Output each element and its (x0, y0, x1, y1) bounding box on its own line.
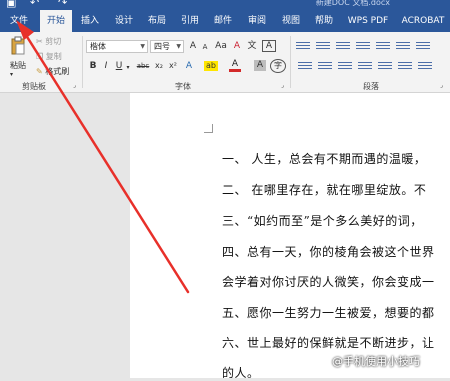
sort-icon[interactable] (416, 40, 430, 50)
font-name-select[interactable]: 楷体 ▼ (86, 40, 148, 53)
ribbon-tab-bar: 文件 开始 插入 设计 布局 引用 邮件 审阅 视图 帮助 WPS PDF AC… (0, 10, 450, 34)
document-line[interactable]: 六、世上最好的保鲜就是不断进步，让 (222, 334, 435, 351)
document-line[interactable]: 会学着对你讨厌的人微笑，你会变成一 (222, 273, 435, 290)
align-right-icon[interactable] (338, 60, 352, 70)
save-icon[interactable]: ▣ (6, 0, 16, 9)
paste-button[interactable]: 粘贴 (10, 60, 26, 71)
copy-icon: ❐ (36, 52, 44, 61)
copy-label: 复制 (45, 52, 62, 61)
paragraph-group-label: 段落 (363, 82, 379, 91)
superscript-button[interactable]: x² (167, 60, 179, 72)
change-case-icon[interactable]: Aa (214, 40, 228, 52)
underline-button[interactable]: U (114, 60, 124, 72)
numbering-icon[interactable] (316, 40, 330, 50)
clipboard-launcher-icon[interactable]: ⌟ (73, 82, 76, 89)
align-left-icon[interactable] (298, 60, 312, 70)
cut-label: 剪切 (45, 37, 62, 46)
chinese-layout-icon[interactable] (396, 40, 410, 50)
paste-icon[interactable] (10, 36, 26, 56)
document-title: 新建DOC 文档.docx (315, 0, 390, 7)
divider (82, 36, 83, 88)
font-name-value: 楷体 (90, 42, 106, 51)
document-line[interactable]: 一、 人生，总会有不期而遇的温暖， (222, 150, 426, 167)
document-canvas-margin (0, 93, 130, 378)
paintbrush-icon: ✎ (36, 67, 43, 76)
highlight-color-icon[interactable]: ab (204, 61, 218, 71)
clear-formatting-icon[interactable]: A (232, 40, 242, 52)
subscript-button[interactable]: x₂ (153, 60, 165, 72)
tab-mailings[interactable]: 邮件 (209, 10, 237, 32)
format-painter-label: 格式刷 (45, 67, 70, 76)
font-launcher-icon[interactable]: ⌟ (281, 82, 284, 89)
bullets-icon[interactable] (296, 40, 310, 50)
cut-button[interactable]: ✂ 剪切 (36, 36, 61, 47)
font-group-label: 字体 (175, 82, 191, 91)
tab-view[interactable]: 视图 (277, 10, 305, 32)
font-size-value: 四号 (154, 42, 170, 51)
chevron-down-icon[interactable]: ▾ (125, 62, 131, 74)
line-spacing-icon[interactable] (398, 60, 412, 70)
document-line[interactable]: 二、 在哪里存在，就在哪里绽放。不 (222, 181, 426, 198)
tab-design[interactable]: 设计 (110, 10, 138, 32)
enclose-characters-icon[interactable]: 字 (270, 59, 286, 73)
undo-icon[interactable]: ↶ (30, 0, 39, 9)
page-corner-mark (204, 124, 213, 133)
italic-button[interactable]: I (101, 60, 111, 72)
multilevel-list-icon[interactable] (336, 40, 350, 50)
ribbon-home: 粘贴 ▾ ✂ 剪切 ❐ 复制 ✎ 格式刷 剪贴板 ⌟ 楷体 ▼ 四号 ▼ A A A… (0, 32, 450, 93)
paragraph-launcher-icon[interactable]: ⌟ (440, 82, 443, 89)
text-effects-icon[interactable]: A (184, 60, 194, 72)
format-painter-button[interactable]: ✎ 格式刷 (36, 66, 69, 77)
distributed-icon[interactable] (378, 60, 392, 70)
grow-font-icon[interactable]: A (188, 40, 198, 52)
tab-wps-pdf[interactable]: WPS PDF (342, 10, 394, 32)
redo-icon[interactable]: ↷ (58, 0, 67, 9)
document-line[interactable]: 三、“如约而至”是个多么美好的词， (222, 212, 423, 229)
scissors-icon: ✂ (36, 37, 43, 46)
copy-button[interactable]: ❐ 复制 (36, 51, 62, 62)
bold-button[interactable]: B (88, 60, 98, 72)
tab-layout[interactable]: 布局 (143, 10, 171, 32)
tab-references[interactable]: 引用 (176, 10, 204, 32)
title-bar: ▣ ↶ ↷ 新建DOC 文档.docx (0, 0, 450, 10)
document-line[interactable]: 四、总有一天，你的棱角会被这个世界 (222, 243, 435, 260)
justify-icon[interactable] (358, 60, 372, 70)
character-border-icon[interactable]: A (262, 40, 276, 52)
increase-indent-icon[interactable] (376, 40, 390, 50)
decrease-indent-icon[interactable] (356, 40, 370, 50)
align-center-icon[interactable] (318, 60, 332, 70)
phonetic-guide-icon[interactable]: 文 (246, 40, 258, 52)
tab-help[interactable]: 帮助 (310, 10, 338, 32)
document-line[interactable]: 的人。 (222, 364, 260, 381)
character-shading-icon[interactable]: A (254, 60, 266, 71)
divider (290, 36, 291, 88)
font-size-select[interactable]: 四号 ▼ (150, 40, 184, 53)
paste-dropdown-icon[interactable]: ▾ (10, 71, 13, 78)
strikethrough-button[interactable]: abc (135, 60, 151, 72)
chevron-down-icon: ▼ (176, 43, 181, 50)
tab-file[interactable]: 文件 (4, 10, 34, 32)
shading-icon[interactable] (418, 60, 432, 70)
tab-review[interactable]: 审阅 (243, 10, 271, 32)
chevron-down-icon: ▼ (140, 43, 145, 50)
tab-home[interactable]: 开始 (40, 10, 72, 34)
watermark: @手机使用小技巧 (332, 355, 420, 368)
tab-acrobat[interactable]: ACROBAT (398, 10, 448, 32)
clipboard-group-label: 剪贴板 (22, 82, 46, 91)
tab-insert[interactable]: 插入 (76, 10, 104, 32)
shrink-font-icon[interactable]: A (200, 41, 210, 53)
document-line[interactable]: 五、愿你一生努力一生被爱，想要的都 (222, 304, 435, 321)
font-color-icon[interactable]: A (229, 59, 241, 72)
